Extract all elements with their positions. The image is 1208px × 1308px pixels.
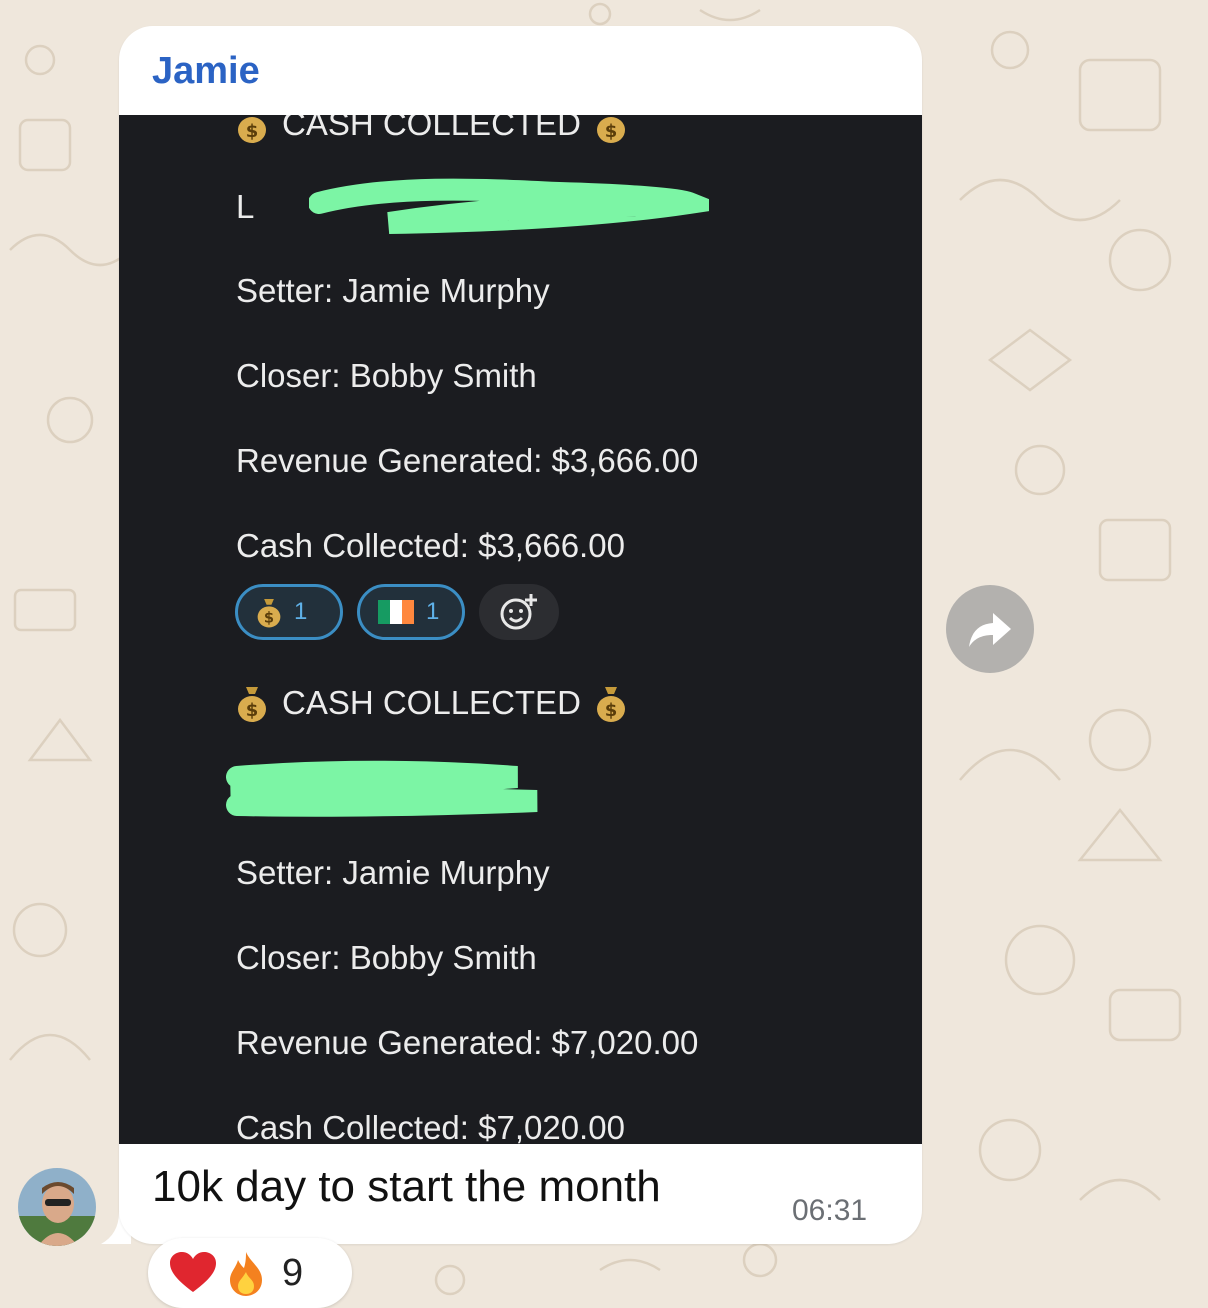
screenshot-heading-text: CASH COLLECTED (282, 684, 581, 721)
message-timestamp: 06:31 (792, 1194, 868, 1227)
svg-text:$: $ (605, 700, 618, 721)
reaction-pill-ireland-flag[interactable]: 1 (357, 584, 465, 640)
svg-text:$: $ (246, 700, 259, 721)
money-bag-icon: $ (596, 117, 625, 143)
sender-name[interactable]: Jamie (152, 48, 260, 94)
setter-line: Setter: Jamie Murphy (236, 854, 550, 891)
add-emoji-icon (500, 594, 537, 630)
fire-icon (230, 1252, 262, 1296)
screenshot-heading-text: CASH COLLECTED (282, 115, 581, 142)
message-caption: 10k day to start the month (152, 1162, 661, 1211)
redaction-scribble (226, 760, 538, 817)
add-reaction-button[interactable] (479, 584, 559, 640)
forward-arrow-icon (969, 613, 1011, 647)
lead-name-line: L (236, 187, 254, 227)
money-bag-icon: $ (238, 687, 266, 722)
avatar[interactable] (18, 1168, 96, 1246)
money-bag-icon: $ (238, 117, 266, 143)
reaction-count: 1 (294, 598, 308, 625)
avatar-photo (18, 1168, 96, 1246)
svg-text:$: $ (605, 121, 618, 142)
lead-name-partial: L (236, 188, 255, 225)
reaction-count: 9 (282, 1251, 304, 1294)
cash-line: Cash Collected: $7,020.00 (236, 1109, 625, 1144)
reaction-pill-money-bag[interactable]: $ 1 (235, 584, 343, 640)
screenshot-heading-partial: $ CASH COLLECTED $ (236, 115, 627, 144)
attached-screenshot[interactable]: $ CASH COLLECTED $ L Setter: Jamie Murph… (119, 115, 922, 1144)
svg-text:$: $ (264, 610, 274, 627)
setter-line: Setter: Jamie Murphy (236, 272, 550, 309)
closer-line: Closer: Bobby Smith (236, 357, 537, 394)
svg-text:$: $ (246, 121, 259, 142)
heart-icon (170, 1252, 216, 1292)
screenshot-reaction-row: $ 1 1 (235, 584, 559, 640)
message-reactions[interactable]: 9 (148, 1238, 352, 1308)
redaction-scribble (309, 178, 709, 234)
cash-line: Cash Collected: $3,666.00 (236, 527, 625, 564)
revenue-line: Revenue Generated: $3,666.00 (236, 442, 699, 479)
ireland-flag-icon (378, 600, 414, 624)
screenshot-heading: $ CASH COLLECTED $ (236, 683, 627, 723)
reaction-count: 1 (426, 598, 440, 625)
money-bag-icon: $ (257, 599, 281, 628)
money-bag-icon: $ (596, 687, 625, 722)
closer-line: Closer: Bobby Smith (236, 939, 537, 976)
revenue-line: Revenue Generated: $7,020.00 (236, 1024, 699, 1061)
forward-button[interactable] (946, 585, 1034, 673)
